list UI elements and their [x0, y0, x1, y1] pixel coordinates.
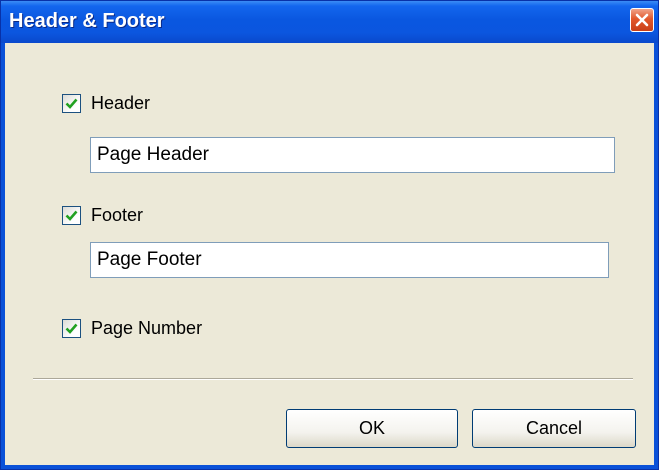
header-text-field[interactable] [90, 137, 615, 173]
header-checkbox[interactable] [62, 94, 81, 113]
close-icon [635, 13, 649, 27]
footer-text-field[interactable] [90, 242, 609, 278]
page-number-checkbox[interactable] [62, 319, 81, 338]
dialog-body: Header Footer Page Number OK Cancel [5, 43, 654, 465]
close-button[interactable] [630, 8, 654, 32]
checkmark-icon [65, 210, 78, 221]
dialog-title: Header & Footer [9, 10, 165, 32]
page-number-label[interactable]: Page Number [91, 318, 202, 339]
header-footer-dialog: Header & Footer Header Footer [0, 0, 659, 470]
checkmark-icon [65, 323, 78, 334]
header-option: Header [62, 93, 150, 114]
cancel-button[interactable]: Cancel [472, 409, 636, 448]
footer-option: Footer [62, 205, 143, 226]
ok-button[interactable]: OK [286, 409, 458, 448]
header-label[interactable]: Header [91, 93, 150, 114]
page-number-option: Page Number [62, 318, 202, 339]
title-bar[interactable]: Header & Footer [1, 1, 658, 43]
separator [33, 378, 633, 380]
checkmark-icon [65, 98, 78, 109]
footer-checkbox[interactable] [62, 206, 81, 225]
footer-label[interactable]: Footer [91, 205, 143, 226]
